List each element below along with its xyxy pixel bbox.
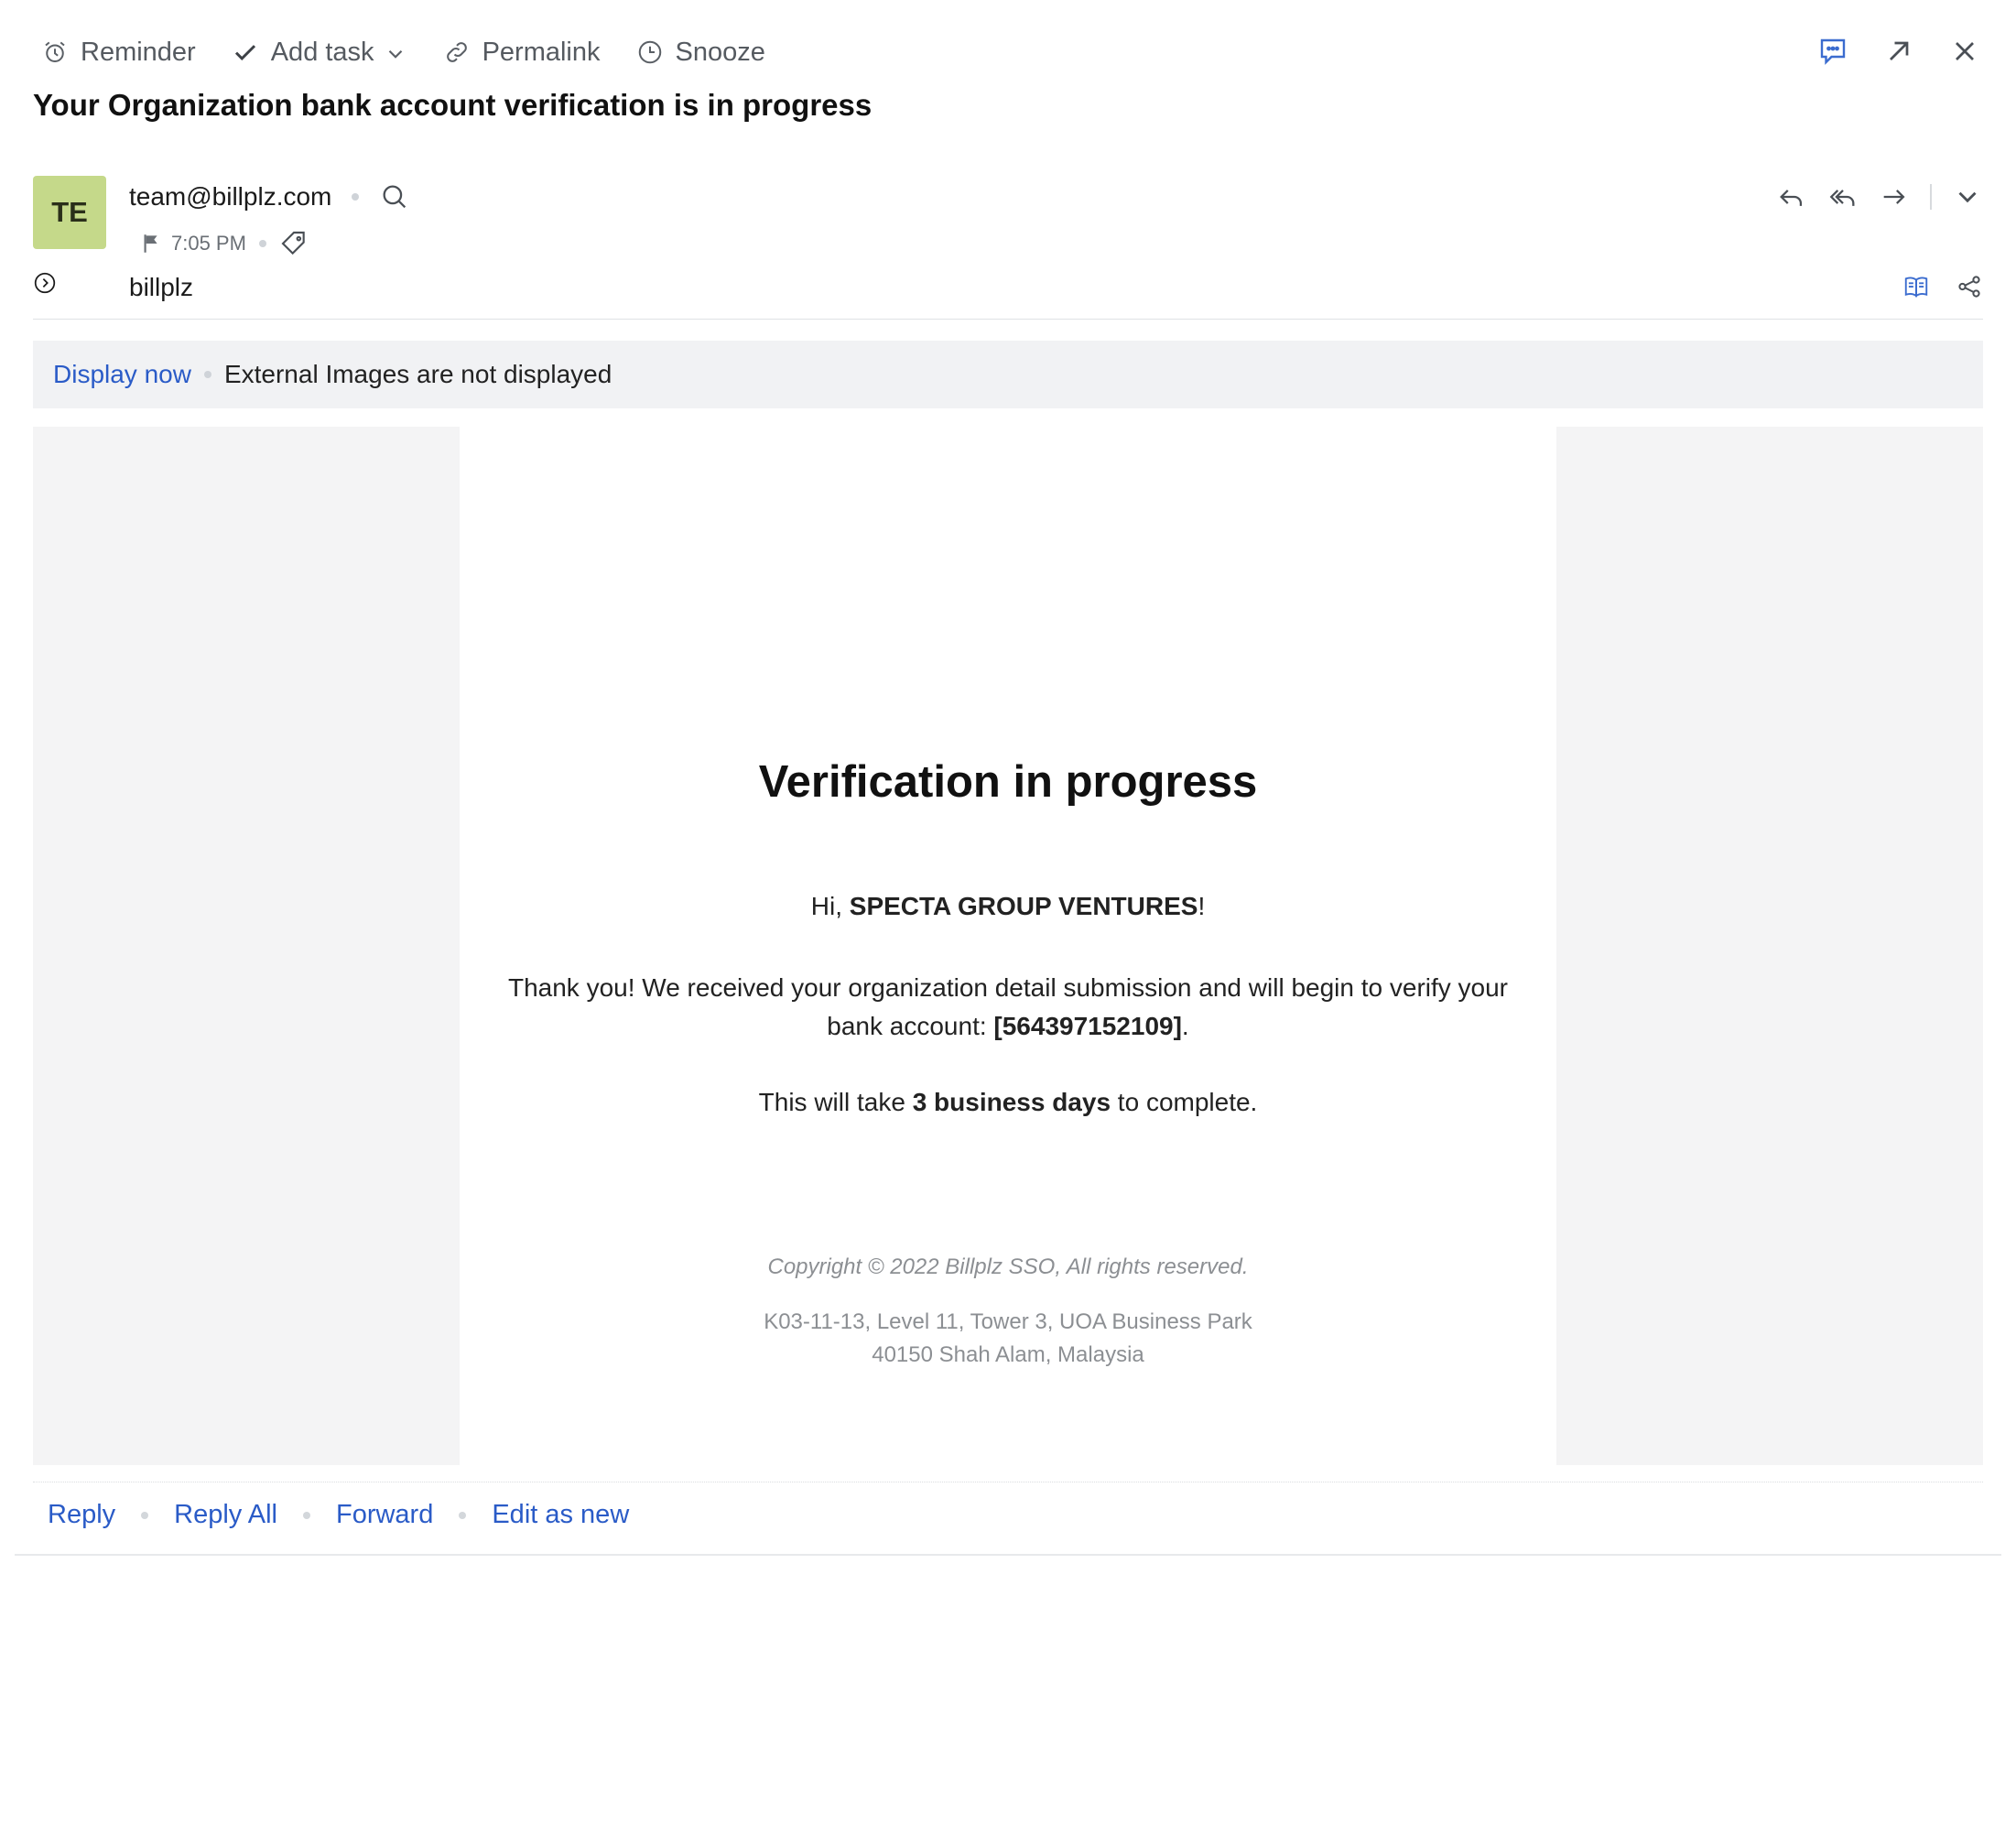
email-body: Verification in progress Hi, SPECTA GROU… <box>33 427 1983 1465</box>
view-actions <box>1902 273 1983 300</box>
chat-bubble-icon[interactable] <box>1816 35 1849 68</box>
greeting-prefix: Hi, <box>810 892 850 920</box>
message-end-divider <box>15 1554 2001 1556</box>
tag-icon[interactable] <box>279 229 309 258</box>
duration-paragraph: This will take 3 business days to comple… <box>460 1088 1556 1117</box>
message-actions <box>1776 181 1983 212</box>
forward-arrow-icon[interactable] <box>1879 181 1910 212</box>
right-margin <box>1556 427 1983 1465</box>
meta-line: 7:05 PM <box>138 229 309 258</box>
book-icon[interactable] <box>1902 273 1930 300</box>
snooze-button[interactable]: Snooze <box>635 38 765 68</box>
close-icon[interactable] <box>1948 35 1981 68</box>
copyright: Copyright © 2022 Billplz SSO, All rights… <box>767 1254 1249 1279</box>
chevron-down-icon[interactable] <box>384 40 407 64</box>
duration-value: 3 business days <box>912 1088 1111 1116</box>
reply-all-icon[interactable] <box>1827 181 1859 212</box>
separator-dot <box>352 193 360 201</box>
body-suffix: . <box>1181 1012 1189 1040</box>
sender-header: TE team@billplz.com 7:05 PM billplz <box>33 176 1983 322</box>
avatar: TE <box>33 176 106 249</box>
separator-dot <box>258 240 266 247</box>
sent-time: 7:05 PM <box>171 232 246 255</box>
email-heading: Verification in progress <box>758 757 1258 807</box>
separator-dot <box>203 371 211 378</box>
expand-details-icon[interactable] <box>33 271 57 295</box>
flag-icon[interactable] <box>138 232 162 255</box>
chevron-down-icon[interactable] <box>1952 181 1983 212</box>
greeting-name: SPECTA GROUP VENTURES <box>849 892 1198 920</box>
checkmark-icon <box>231 38 260 67</box>
separator-dot <box>459 1511 467 1519</box>
display-now-link[interactable]: Display now <box>53 360 191 389</box>
link-icon <box>442 38 471 67</box>
address: K03-11-13, Level 11, Tower 3, UOA Busine… <box>460 1306 1556 1372</box>
edit-as-new-link[interactable]: Edit as new <box>492 1500 629 1530</box>
reply-footer: Reply Reply All Forward Edit as new <box>48 1500 629 1530</box>
separator-dot <box>302 1511 310 1519</box>
greeting-suffix: ! <box>1198 892 1206 920</box>
external-images-banner: Display now External Images are not disp… <box>33 341 1983 408</box>
action-separator <box>1930 184 1932 210</box>
email-content: Verification in progress Hi, SPECTA GROU… <box>460 427 1556 1465</box>
search-icon[interactable] <box>379 181 410 212</box>
separator-dot <box>141 1511 149 1519</box>
window-controls <box>1816 35 1981 68</box>
share-icon[interactable] <box>1956 273 1983 300</box>
reply-all-link[interactable]: Reply All <box>174 1500 277 1530</box>
address-line-1: K03-11-13, Level 11, Tower 3, UOA Busine… <box>764 1309 1252 1334</box>
reminder-button[interactable]: Reminder <box>40 38 196 68</box>
forward-link[interactable]: Forward <box>336 1500 433 1530</box>
address-line-2: 40150 Shah Alam, Malaysia <box>872 1342 1144 1367</box>
permalink-label: Permalink <box>482 37 601 67</box>
add-task-button[interactable]: Add task <box>231 38 407 68</box>
account-number: [564397152109] <box>993 1012 1182 1040</box>
pop-out-icon[interactable] <box>1882 35 1915 68</box>
recipient: billplz <box>129 273 194 301</box>
email-subject: Your Organization bank account verificat… <box>33 88 873 122</box>
left-margin <box>33 427 460 1465</box>
permalink-button[interactable]: Permalink <box>442 38 601 68</box>
greeting: Hi, SPECTA GROUP VENTURES! <box>460 892 1556 921</box>
header-divider <box>33 319 1983 320</box>
reply-link[interactable]: Reply <box>48 1500 115 1530</box>
sender-email[interactable]: team@billplz.com <box>129 182 331 212</box>
clock-icon <box>635 38 665 67</box>
message-toolbar: Reminder Add task Permalink Snooze <box>40 29 800 75</box>
reminder-label: Reminder <box>81 37 196 67</box>
alarm-clock-icon <box>40 38 70 67</box>
from-line: team@billplz.com <box>129 181 410 212</box>
add-task-label: Add task <box>270 37 374 67</box>
reply-icon[interactable] <box>1776 181 1807 212</box>
external-images-message: External Images are not displayed <box>223 360 612 388</box>
snooze-label: Snooze <box>675 37 765 67</box>
body-paragraph: Thank you! We received your organization… <box>496 969 1520 1046</box>
duration-suffix: to complete. <box>1111 1088 1258 1116</box>
duration-prefix: This will take <box>758 1088 913 1116</box>
